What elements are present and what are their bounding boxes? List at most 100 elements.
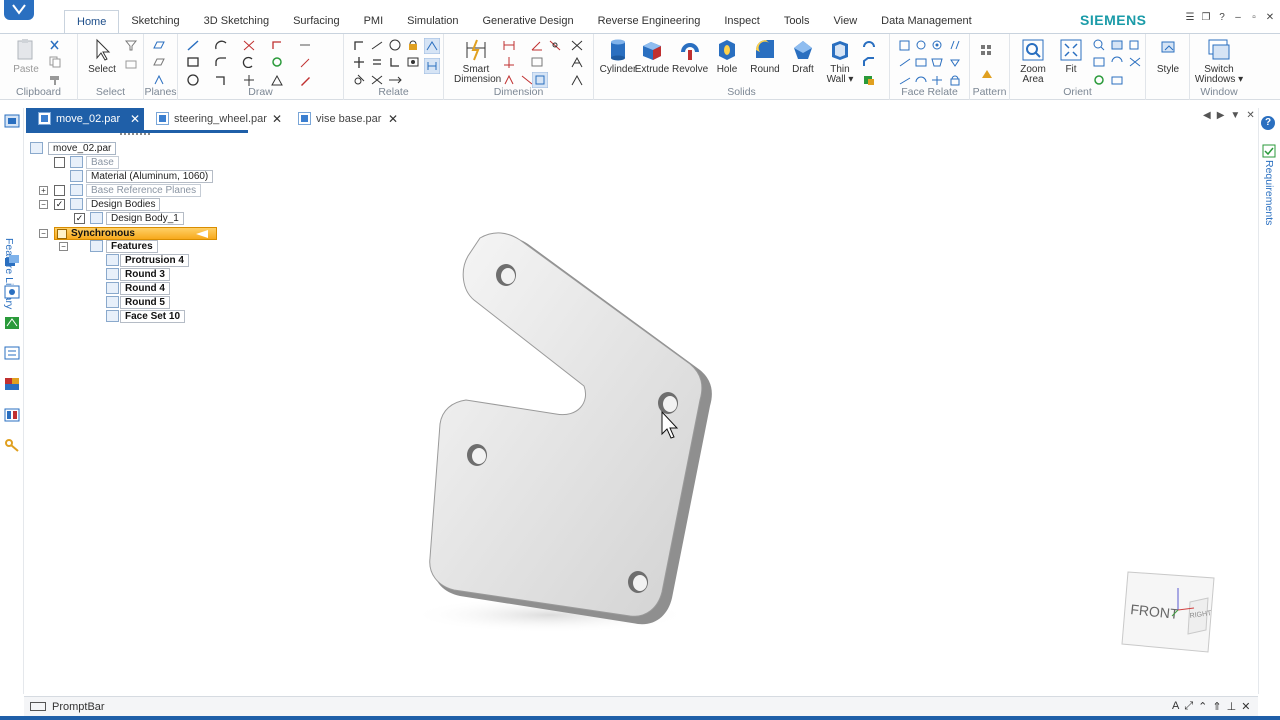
smart-dimension-button[interactable]: Smart Dimension — [454, 38, 501, 85]
tree-node-base[interactable]: Base — [30, 156, 119, 169]
face-tangent-icon[interactable] — [914, 56, 928, 68]
tree-node-base-reference-planes[interactable]: + Base Reference Planes — [30, 184, 202, 197]
color-manager-icon[interactable] — [4, 377, 20, 391]
collapse-icon[interactable]: − — [39, 200, 48, 209]
close-document-icon[interactable]: ✕ — [1246, 110, 1254, 121]
paste-button[interactable]: Paste — [10, 38, 42, 75]
zoom-icon[interactable] — [1092, 39, 1106, 51]
select-tools-icon[interactable] — [124, 58, 138, 70]
thin-wall-button[interactable]: Thin Wall ▾ — [824, 38, 856, 85]
view-orientation-icon[interactable] — [1128, 39, 1142, 51]
perpendicular-icon[interactable] — [388, 56, 402, 68]
chamfer-icon[interactable] — [862, 56, 876, 68]
face-add-icon[interactable] — [930, 74, 944, 86]
chevron-double-up-icon[interactable]: ⇑ — [1212, 700, 1221, 713]
maintain-relationships-icon[interactable] — [424, 38, 440, 54]
switch-windows-button[interactable]: Switch Windows ▾ — [1194, 38, 1244, 85]
pattern-icon[interactable] — [980, 44, 994, 56]
close-icon[interactable]: ✕ — [1265, 13, 1275, 23]
round-button[interactable]: Round — [748, 38, 782, 75]
face-rigid-icon[interactable] — [898, 74, 912, 86]
application-button[interactable] — [4, 0, 34, 20]
coplanar-icon[interactable] — [898, 39, 912, 51]
tab-3d-sketching[interactable]: 3D Sketching — [192, 10, 281, 33]
text-icon[interactable] — [570, 56, 584, 68]
family-of-parts-icon[interactable] — [4, 316, 20, 330]
checkbox-base-reference-planes[interactable] — [54, 185, 65, 196]
pathfinder-resize-grip[interactable] — [120, 133, 150, 135]
coaxial-icon[interactable] — [914, 39, 928, 51]
tree-node-features[interactable]: − Features — [30, 240, 158, 253]
tab-data-management[interactable]: Data Management — [869, 10, 984, 33]
tree-node-material[interactable]: Material (Aluminum, 1060) — [30, 170, 214, 183]
part-model[interactable] — [410, 220, 740, 660]
cut-icon[interactable] — [48, 39, 62, 51]
equal-icon[interactable] — [370, 56, 384, 68]
sensors-icon[interactable] — [4, 285, 20, 299]
keyboard-icon[interactable] — [30, 702, 46, 711]
sketch-view-icon[interactable] — [1128, 56, 1142, 68]
tree-node-face-set-10[interactable]: Face Set 10 — [30, 310, 186, 323]
select-button[interactable]: Select — [86, 38, 118, 75]
doc-tab-vise-base[interactable]: vise base.par ✕ — [286, 108, 404, 130]
face-symmetric-icon[interactable] — [930, 56, 944, 68]
hole-button[interactable]: Hole — [712, 38, 742, 75]
circle-icon[interactable] — [186, 74, 200, 86]
pin-icon[interactable]: ⊥ — [1227, 700, 1237, 713]
graphics-window[interactable] — [250, 135, 1255, 693]
connect-icon[interactable] — [352, 39, 366, 51]
layers-icon[interactable] — [4, 254, 20, 268]
requirements-tab[interactable]: Requirements — [1263, 160, 1275, 225]
tab-generative-design[interactable]: Generative Design — [471, 10, 586, 33]
angular-coordinate-icon[interactable] — [530, 56, 544, 68]
tab-simulation[interactable]: Simulation — [395, 10, 470, 33]
close-tab-icon[interactable]: ✕ — [272, 108, 282, 130]
pathfinder-icon[interactable] — [4, 114, 20, 128]
help-small-icon[interactable]: ? — [1217, 13, 1227, 23]
fillet-icon[interactable] — [214, 56, 228, 68]
point-icon[interactable] — [242, 74, 256, 86]
font-size-icon[interactable]: A — [1172, 700, 1179, 713]
trim-icon[interactable] — [242, 39, 256, 51]
face-ground-icon[interactable] — [914, 74, 928, 86]
more-planes-icon[interactable] — [152, 56, 166, 68]
leader-icon[interactable] — [570, 74, 584, 86]
face-perpendicular-icon[interactable] — [898, 56, 912, 68]
face-offset-icon[interactable] — [948, 56, 962, 68]
doc-tab-move-02[interactable]: move_02.par ✕ — [26, 108, 144, 130]
checkbox-base[interactable] — [54, 157, 65, 168]
line-icon[interactable] — [186, 39, 200, 51]
view-cube[interactable]: FRONT RIGHT — [1118, 568, 1218, 658]
tree-node-round-3[interactable]: Round 3 — [30, 268, 170, 281]
concentric-icon[interactable] — [388, 39, 402, 51]
close-promptbar-icon[interactable]: ✕ — [1241, 700, 1250, 713]
expand-icon[interactable]: ⤢ — [1184, 700, 1193, 713]
curve-icon[interactable] — [214, 74, 228, 86]
face-parallel-icon[interactable] — [948, 39, 962, 51]
key-icon[interactable] — [4, 438, 20, 452]
plane-normal-icon[interactable] — [152, 74, 166, 86]
rectangle-icon[interactable] — [186, 56, 200, 68]
requirements-icon[interactable] — [1262, 144, 1276, 158]
rigid-set-icon[interactable] — [406, 56, 420, 68]
tangent-icon[interactable] — [370, 39, 384, 51]
select-filter-icon[interactable] — [124, 39, 138, 51]
distance-between-icon[interactable] — [502, 39, 516, 51]
synchronous-node[interactable]: Synchronous — [54, 227, 217, 240]
tree-node-design-body-1[interactable]: ✓ Design Body_1 — [30, 212, 184, 225]
properties-icon[interactable] — [4, 408, 20, 422]
collinear-icon[interactable] — [352, 74, 366, 86]
mirror-icon[interactable] — [270, 74, 284, 86]
draft-button[interactable]: Draft — [788, 38, 818, 75]
zoom-area-button[interactable]: Zoom Area — [1016, 38, 1050, 85]
relationship-handles-icon[interactable] — [424, 58, 440, 74]
symmetric-diameter-icon[interactable] — [502, 56, 516, 68]
tab-pmi[interactable]: PMI — [352, 10, 396, 33]
blend-icon[interactable] — [862, 39, 876, 51]
project-icon[interactable] — [298, 39, 312, 51]
extend-icon[interactable] — [242, 56, 256, 68]
tab-view[interactable]: View — [822, 10, 870, 33]
help-icon[interactable]: ? — [1261, 116, 1275, 130]
collapse-synchronous-icon[interactable]: − — [39, 229, 48, 238]
spin-about-icon[interactable] — [1110, 56, 1124, 68]
